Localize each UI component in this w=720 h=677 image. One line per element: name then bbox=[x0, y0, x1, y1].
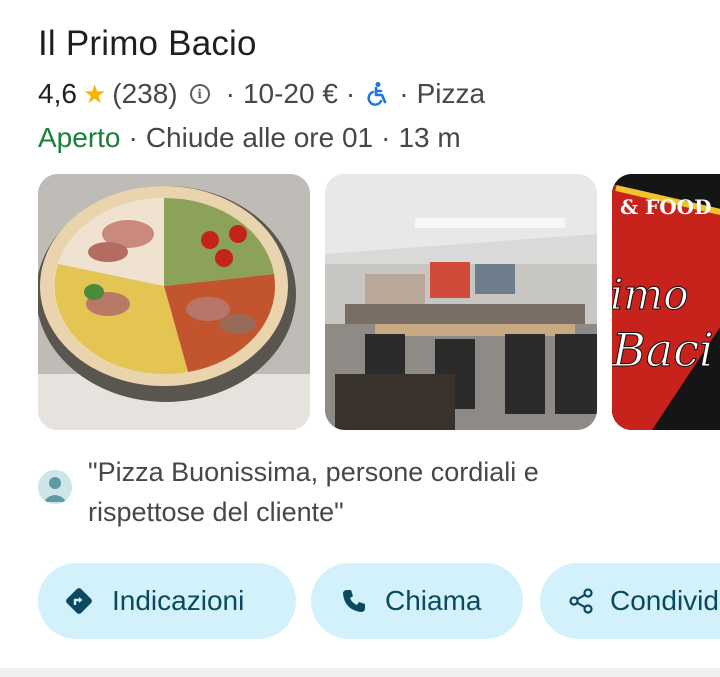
info-icon[interactable]: i bbox=[189, 84, 210, 104]
logo-photo[interactable]: & FOOD imo Baci bbox=[612, 174, 720, 430]
review-snippet[interactable]: "Pizza Buonissima, persone cordiali e ri… bbox=[38, 452, 648, 532]
separator: · bbox=[345, 78, 356, 109]
distance: 13 m bbox=[398, 122, 461, 153]
review-count[interactable]: (238) bbox=[112, 78, 177, 110]
closing-time: Chiude alle ore 01 bbox=[145, 122, 374, 153]
share-icon bbox=[566, 586, 596, 616]
directions-label: Indicazioni bbox=[112, 585, 245, 616]
separator: · bbox=[381, 122, 391, 153]
restaurant-interior-photo[interactable] bbox=[325, 174, 597, 430]
call-label: Chiama bbox=[385, 585, 482, 616]
directions-button[interactable]: Indicazioni bbox=[38, 563, 296, 639]
star-icon: ★ bbox=[82, 78, 107, 109]
place-category: Pizza bbox=[416, 78, 486, 109]
open-status: Aperto bbox=[38, 122, 121, 153]
photo-carousel[interactable]: & FOOD imo Baci bbox=[38, 174, 720, 430]
rating-value: 4,6 bbox=[38, 78, 77, 109]
action-chips: Indicazioni Chiama Condividi bbox=[38, 563, 720, 639]
directions-icon bbox=[64, 586, 94, 616]
separator: · bbox=[399, 78, 409, 109]
place-meta-row: 4,6 ★ (238) i · 10-20 € · · Pizza bbox=[38, 76, 485, 112]
price-range: 10-20 € bbox=[242, 78, 338, 109]
avatar bbox=[38, 470, 72, 504]
phone-icon bbox=[339, 586, 369, 616]
status-row: Aperto · Chiude alle ore 01 · 13 m bbox=[38, 120, 461, 156]
logo-text-bottom: Baci bbox=[612, 323, 714, 377]
place-title: Il Primo Bacio bbox=[38, 24, 257, 63]
wheelchair-accessible-icon bbox=[365, 81, 389, 107]
section-divider bbox=[0, 668, 720, 677]
share-button[interactable]: Condividi bbox=[540, 563, 720, 639]
call-button[interactable]: Chiama bbox=[311, 563, 523, 639]
pizza-photo[interactable] bbox=[38, 174, 310, 430]
logo-text-top: & FOOD bbox=[620, 195, 711, 219]
separator: · bbox=[225, 78, 235, 109]
review-text: "Pizza Buonissima, persone cordiali e ri… bbox=[88, 457, 539, 527]
logo-text-mid: imo bbox=[612, 270, 689, 319]
share-label: Condividi bbox=[610, 585, 720, 616]
separator: · bbox=[128, 122, 138, 153]
